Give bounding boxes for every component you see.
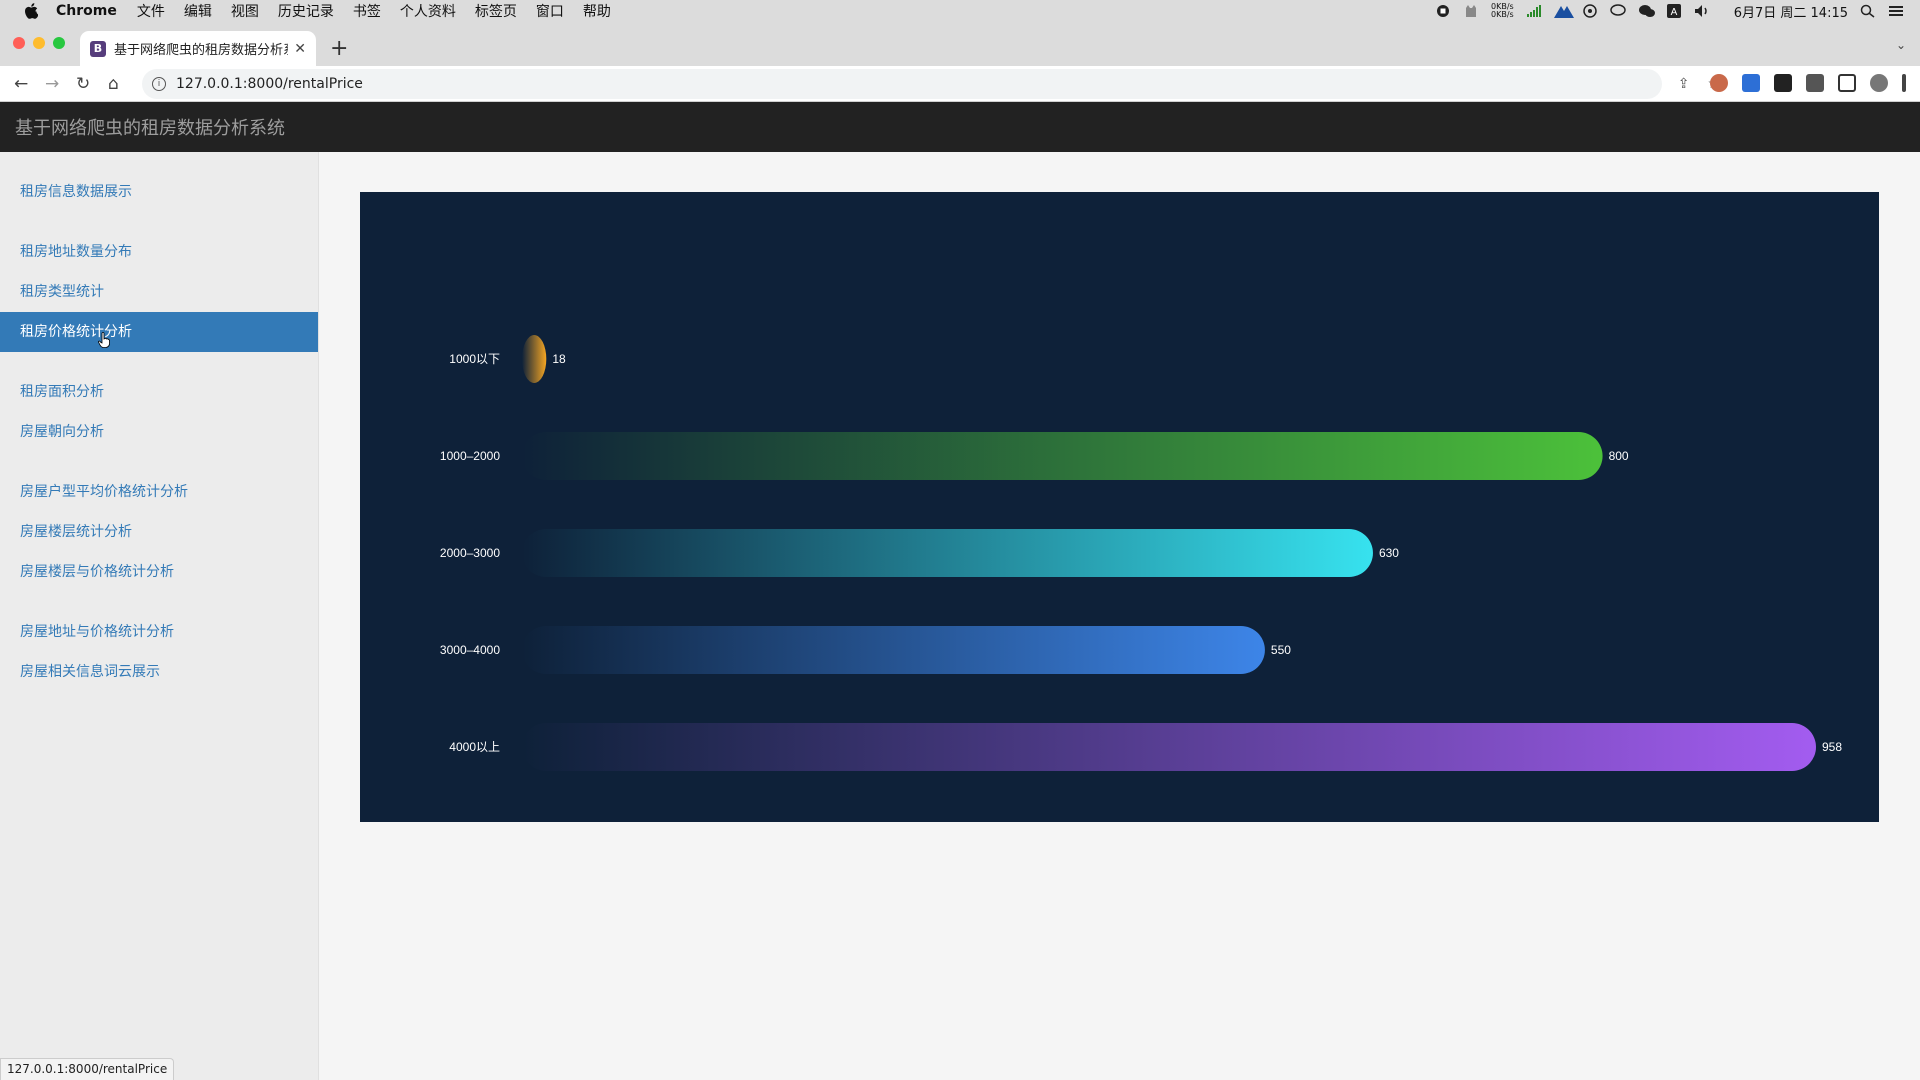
- close-tab-icon[interactable]: ✕: [294, 41, 306, 57]
- address-bar[interactable]: i 127.0.0.1:8000/rentalPrice: [142, 69, 1662, 99]
- sidebar-group: 租房面积分析 房屋朝向分析: [0, 352, 318, 452]
- home-icon[interactable]: ⌂: [108, 74, 119, 94]
- rental-price-bar-chart: 1000以下 18 1000–2000 800 2000–3000 630 3000–400…: [440, 335, 1842, 771]
- profile-avatar-icon[interactable]: [1870, 74, 1888, 92]
- menu-tab[interactable]: 标签页: [475, 1, 517, 21]
- menu-bookmarks[interactable]: 书签: [353, 1, 381, 21]
- zoom-window-button[interactable]: [53, 37, 65, 49]
- sidebar-item-orientation[interactable]: 房屋朝向分析: [0, 412, 318, 452]
- chart-bar[interactable]: [522, 529, 1373, 577]
- sidebar-group: 租房信息数据展示: [0, 152, 318, 212]
- extensions-puzzle-icon[interactable]: [1806, 74, 1824, 92]
- back-arrow-icon[interactable]: ←: [14, 74, 28, 94]
- extensions-area: [1710, 74, 1906, 92]
- chart-category-label: 2000–3000: [440, 546, 500, 560]
- net-down-text: 0KB/s: [1491, 10, 1514, 19]
- menu-help[interactable]: 帮助: [583, 1, 611, 21]
- chart-value-label: 958: [1822, 740, 1842, 754]
- record-icon[interactable]: [1435, 4, 1451, 18]
- sidebar-item-wordcloud[interactable]: 房屋相关信息词云展示: [0, 652, 318, 692]
- aperture-icon[interactable]: [1582, 4, 1598, 18]
- sidebar-item-floor[interactable]: 房屋楼层统计分析: [0, 512, 318, 552]
- menu-view[interactable]: 视图: [231, 1, 259, 21]
- extension-layers-icon[interactable]: [1742, 74, 1760, 92]
- cat-icon[interactable]: [1463, 4, 1479, 18]
- apple-icon[interactable]: [20, 3, 42, 19]
- sidebar-item-rental-price[interactable]: 租房价格统计分析: [0, 312, 318, 352]
- chart-bar[interactable]: [522, 335, 547, 383]
- chart-category-label: 4000以上: [449, 740, 500, 754]
- chat-bubble-icon[interactable]: [1609, 4, 1626, 18]
- chart-category-label: 1000–2000: [440, 449, 500, 463]
- chart-value-label: 18: [552, 352, 566, 366]
- sidebar-item-floor-price[interactable]: 房屋楼层与价格统计分析: [0, 552, 318, 592]
- app-brand[interactable]: 基于网络爬虫的租房数据分析系统: [15, 114, 285, 140]
- chart-value-label: 630: [1379, 546, 1399, 560]
- sidebar-item-layout-avg-price[interactable]: 房屋户型平均价格统计分析: [0, 472, 318, 512]
- menu-file[interactable]: 文件: [137, 1, 165, 21]
- app-navbar: 基于网络爬虫的租房数据分析系统: [0, 102, 1920, 152]
- control-center-icon[interactable]: [1888, 4, 1904, 18]
- forward-arrow-icon[interactable]: →: [45, 74, 59, 94]
- chart-category-label: 1000以下: [449, 352, 500, 366]
- menubar-clock[interactable]: 6月7日 周二 14:15: [1734, 2, 1848, 21]
- mountain-icon[interactable]: [1553, 4, 1574, 18]
- menu-window[interactable]: 窗口: [536, 1, 564, 21]
- signal-icon[interactable]: [1526, 4, 1542, 18]
- chart-value-label: 550: [1271, 643, 1291, 657]
- window-controls: [13, 37, 65, 49]
- reload-icon[interactable]: ↻: [76, 74, 90, 94]
- input-method-icon[interactable]: A: [1666, 4, 1682, 18]
- sidebar-group: 房屋户型平均价格统计分析 房屋楼层统计分析 房屋楼层与价格统计分析: [0, 452, 318, 592]
- hand-cursor-icon: [98, 332, 110, 348]
- browser-tab-active[interactable]: B 基于网络爬虫的租房数据分析系统 ✕: [80, 31, 316, 66]
- minimize-window-button[interactable]: [33, 37, 45, 49]
- address-bar-url[interactable]: 127.0.0.1:8000/rentalPrice: [176, 76, 363, 92]
- network-speed: 0KB/s 0KB/s: [1491, 3, 1514, 19]
- main-content: 1000以下 18 1000–2000 800 2000–3000 630 3000–400…: [320, 152, 1920, 1080]
- menu-history[interactable]: 历史记录: [278, 1, 334, 21]
- sidebar-group: 租房地址数量分布 租房类型统计 租房价格统计分析: [0, 212, 318, 352]
- close-window-button[interactable]: [13, 37, 25, 49]
- side-panel-icon[interactable]: [1838, 74, 1856, 92]
- tab-title: 基于网络爬虫的租房数据分析系统: [114, 43, 288, 58]
- new-tab-button[interactable]: +: [330, 36, 348, 61]
- sidebar-item-address-count[interactable]: 租房地址数量分布: [0, 232, 318, 272]
- volume-icon[interactable]: [1694, 4, 1710, 18]
- status-bar-url: 127.0.0.1:8000/rentalPrice: [0, 1058, 175, 1080]
- sidebar-group: 房屋地址与价格统计分析 房屋相关信息词云展示: [0, 592, 318, 692]
- sidebar: 租房信息数据展示 租房地址数量分布 租房类型统计 租房价格统计分析 租房面积分析…: [0, 152, 319, 1080]
- sidebar-item-rental-info[interactable]: 租房信息数据展示: [0, 172, 318, 212]
- browser-toolbar: ← → ↻ ⌂ i 127.0.0.1:8000/rentalPrice ⇪ ☆: [0, 66, 1920, 102]
- wechat-icon[interactable]: [1638, 4, 1655, 18]
- chart-bar[interactable]: [522, 432, 1603, 480]
- menubar-status-area: 0KB/s 0KB/s A 6月7日 周二 14:15: [1435, 0, 1904, 22]
- sidebar-item-address-price[interactable]: 房屋地址与价格统计分析: [0, 612, 318, 652]
- menu-app-name[interactable]: Chrome: [56, 3, 117, 19]
- extension-avatar-icon[interactable]: [1710, 74, 1728, 92]
- chart-category-label: 3000–4000: [440, 643, 500, 657]
- site-info-icon[interactable]: i: [152, 77, 166, 91]
- bootstrap-favicon-icon: B: [90, 40, 106, 57]
- menu-edit[interactable]: 编辑: [184, 1, 212, 21]
- chart-bar[interactable]: [522, 626, 1265, 674]
- sidebar-item-area[interactable]: 租房面积分析: [0, 372, 318, 412]
- sidebar-item-rental-type[interactable]: 租房类型统计: [0, 272, 318, 312]
- chart-value-label: 800: [1609, 449, 1629, 463]
- browser-tab-strip: B 基于网络爬虫的租房数据分析系统 ✕ + ⌄: [0, 22, 1920, 66]
- svg-text:A: A: [1670, 7, 1677, 18]
- menu-profiles[interactable]: 个人资料: [400, 1, 456, 21]
- macos-menu-bar: Chrome 文件 编辑 视图 历史记录 书签 个人资料 标签页 窗口 帮助 0…: [0, 0, 1920, 22]
- price-chart-panel: 1000以下 18 1000–2000 800 2000–3000 630 3000–400…: [360, 192, 1879, 822]
- extension-glasses-icon[interactable]: [1774, 74, 1792, 92]
- spotlight-search-icon[interactable]: [1860, 4, 1876, 18]
- browser-menu-kebab-icon[interactable]: [1902, 74, 1906, 92]
- share-icon[interactable]: ⇪: [1678, 76, 1690, 92]
- tab-search-chevron-icon[interactable]: ⌄: [1896, 38, 1906, 52]
- chart-bar[interactable]: [522, 723, 1816, 771]
